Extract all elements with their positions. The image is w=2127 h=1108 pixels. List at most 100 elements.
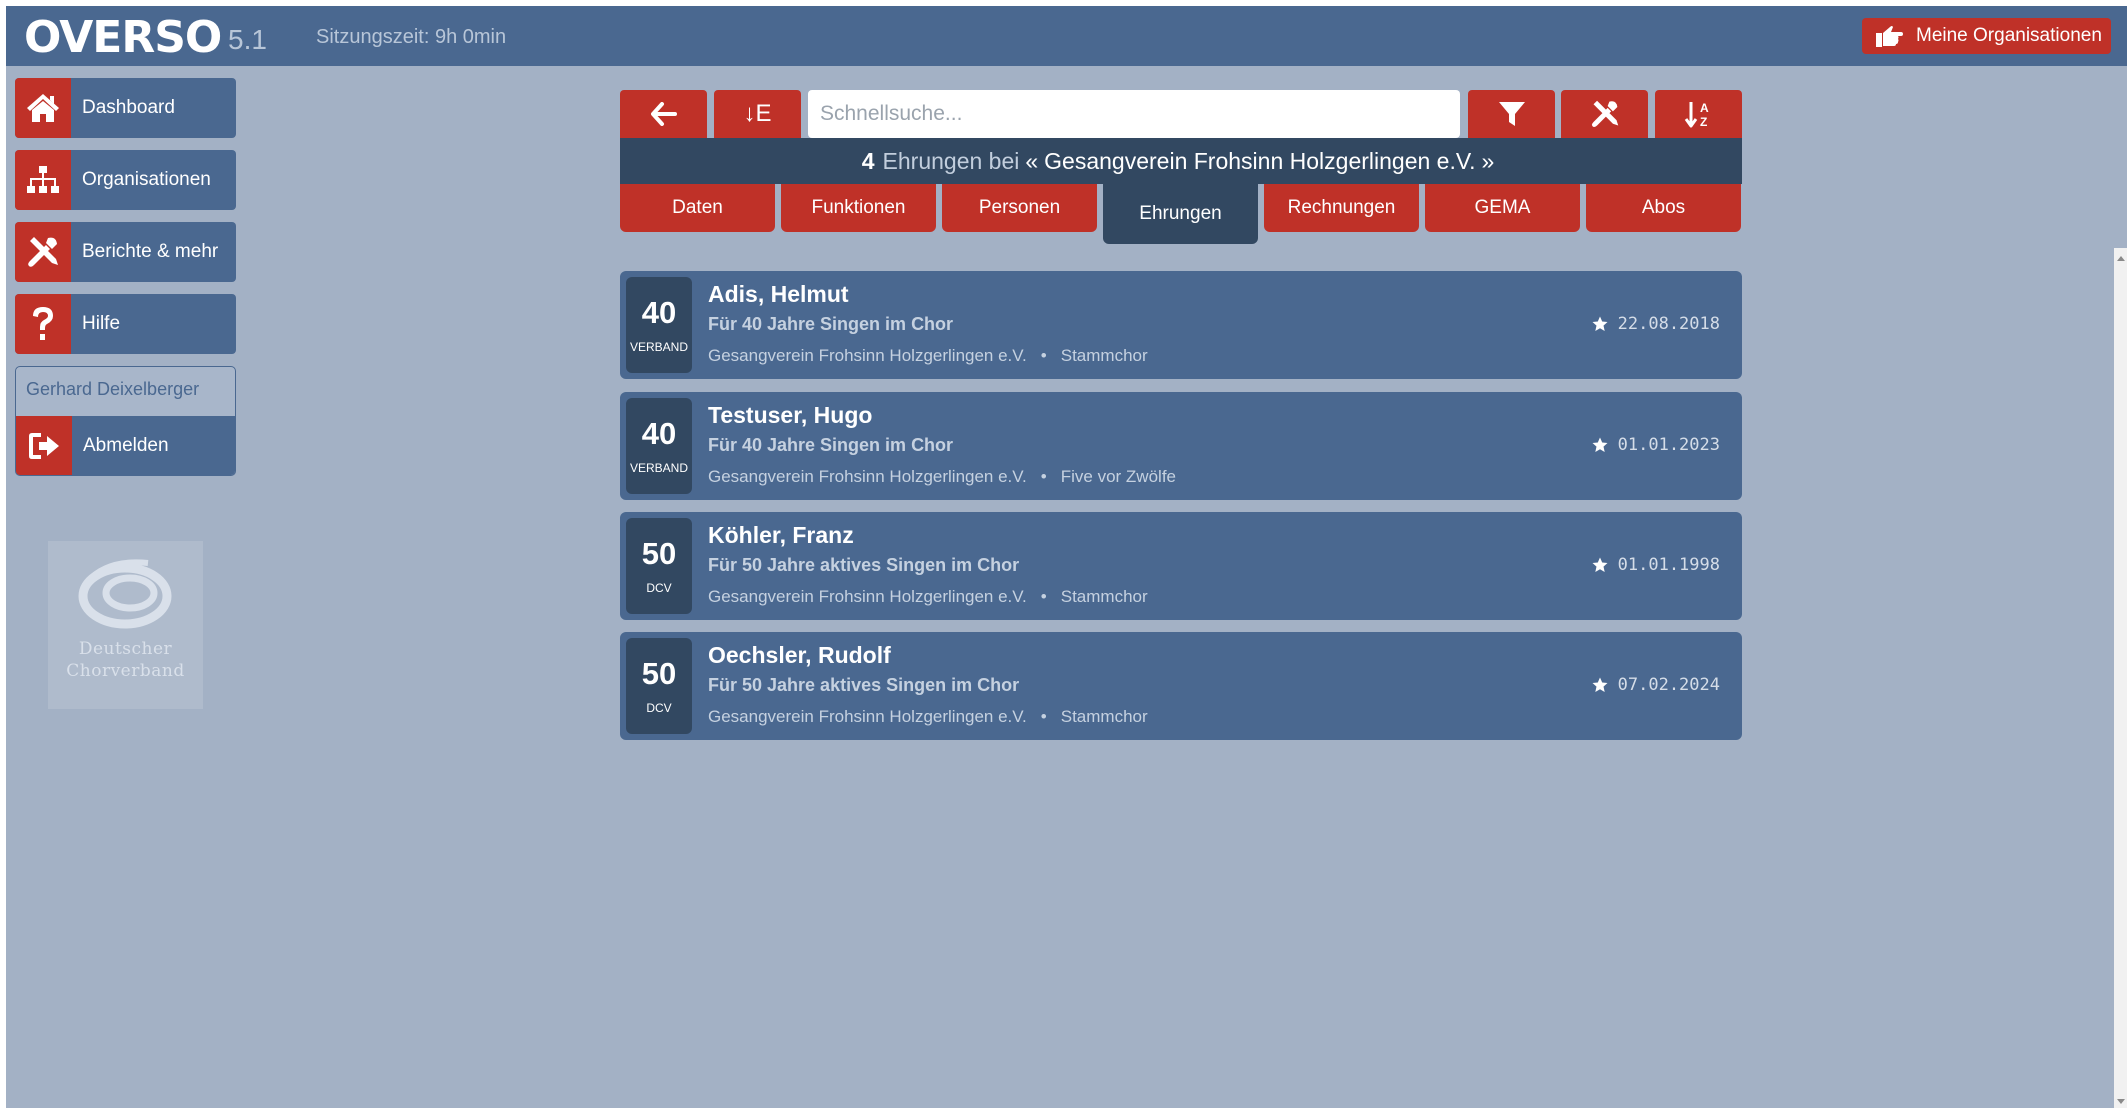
sidebar-item-dashboard[interactable]: Dashboard: [15, 78, 236, 138]
honor-years: 40: [641, 295, 677, 330]
app-version: 5.1: [228, 24, 267, 55]
star-icon: [1592, 437, 1608, 452]
sidebar-icon-box: [16, 416, 72, 475]
star-icon: [1592, 557, 1608, 572]
sidebar-item-label: Organisationen: [82, 169, 211, 190]
org-close-quote: »: [1481, 147, 1495, 174]
honor-card[interactable]: 50 DCV Oechsler, Rudolf Für 50 Jahre akt…: [620, 632, 1742, 740]
star-icon: [1592, 316, 1608, 331]
sort-alpha-icon: A Z: [1684, 101, 1709, 129]
scroll-down-arrow-icon[interactable]: [2117, 1099, 2125, 1104]
honor-badge: 40 VERBAND: [626, 277, 692, 373]
tab-daten[interactable]: Daten: [620, 184, 775, 232]
filter-button[interactable]: [1468, 90, 1555, 138]
tab-personen[interactable]: Personen: [942, 184, 1097, 232]
honor-meta: Gesangverein Frohsinn Holzgerlingen e.V.…: [708, 346, 1148, 366]
honor-card[interactable]: 40 VERBAND Testuser, Hugo Für 40 Jahre S…: [620, 392, 1742, 500]
back-button[interactable]: [620, 90, 707, 138]
tools-icon: [28, 237, 58, 267]
honor-date: 01.01.1998: [1617, 555, 1720, 575]
tools-icon: [1591, 100, 1618, 128]
star-icon: [1592, 677, 1608, 692]
meta-separator: •: [1040, 346, 1047, 365]
sitemap-icon: [27, 166, 59, 193]
honor-date: 22.08.2018: [1617, 314, 1720, 334]
sidebar-item-organisationen[interactable]: Organisationen: [15, 150, 236, 210]
honor-choir: Stammchor: [1060, 707, 1148, 726]
filter-icon: [1498, 102, 1525, 126]
honor-choir: Stammchor: [1060, 587, 1148, 606]
honor-years: 40: [641, 416, 677, 451]
honor-type: VERBAND: [629, 340, 688, 354]
logout-label: Abmelden: [83, 435, 169, 456]
hand-pointing-icon: [1876, 26, 1903, 47]
org-name: Gesangverein Frohsinn Holzgerlingen e.V.: [1044, 147, 1476, 174]
honor-choir: Five vor Zwölfe: [1060, 467, 1176, 486]
sidebar-item-label: Dashboard: [82, 97, 175, 118]
arrow-left-icon: [650, 102, 677, 126]
my-organisations-label: Meine Organisationen: [1916, 25, 2102, 46]
vertical-scrollbar[interactable]: [2114, 248, 2127, 1108]
sidebar-item-label: Hilfe: [82, 313, 121, 334]
honor-reason: Für 40 Jahre Singen im Chor: [708, 314, 954, 334]
honors-count: 4: [861, 147, 875, 174]
honor-person-name: Adis, Helmut: [708, 281, 849, 307]
sign-out-icon: [29, 433, 59, 459]
honor-meta: Gesangverein Frohsinn Holzgerlingen e.V.…: [708, 467, 1176, 487]
meta-separator: •: [1040, 707, 1047, 726]
svg-text:A: A: [1700, 101, 1709, 115]
user-panel: Gerhard Deixelberger Abmelden: [15, 366, 236, 476]
honor-date-wrap: 01.01.2023: [1592, 435, 1720, 455]
honor-choir: Stammchor: [1060, 346, 1148, 365]
honor-type: DCV: [646, 701, 672, 715]
honor-reason: Für 50 Jahre aktives Singen im Chor: [708, 675, 1020, 695]
dcv-logo-line2: Chorverband: [66, 661, 185, 681]
dcv-logo: Deutscher Chorverband: [48, 541, 203, 709]
sort-alpha-button[interactable]: A Z: [1655, 90, 1742, 138]
honor-date: 07.02.2024: [1617, 675, 1720, 695]
honor-org: Gesangverein Frohsinn Holzgerlingen e.V.: [708, 587, 1027, 606]
honor-card[interactable]: 40 VERBAND Adis, Helmut Für 40 Jahre Sin…: [620, 271, 1742, 379]
tab-funktionen[interactable]: Funktionen: [781, 184, 936, 232]
app-logo[interactable]: OVERSO: [24, 12, 222, 63]
tab-ehrungen[interactable]: Ehrungen: [1103, 184, 1258, 244]
honor-org: Gesangverein Frohsinn Holzgerlingen e.V.: [708, 707, 1027, 726]
sidebar-icon-box: [15, 150, 71, 210]
sidebar-icon-box: [15, 294, 71, 354]
sidebar-item-berichte[interactable]: Berichte & mehr: [15, 222, 236, 282]
sidebar-item-hilfe[interactable]: Hilfe: [15, 294, 236, 354]
honor-badge: 50 DCV: [626, 518, 692, 614]
honor-meta: Gesangverein Frohsinn Holzgerlingen e.V.…: [708, 587, 1148, 607]
logout-button[interactable]: Abmelden: [16, 416, 235, 475]
tools-button[interactable]: [1561, 90, 1648, 138]
home-icon: [27, 94, 59, 122]
honor-card[interactable]: 50 DCV Köhler, Franz Für 50 Jahre aktive…: [620, 512, 1742, 620]
honor-date: 01.01.2023: [1617, 435, 1720, 455]
honor-reason: Für 40 Jahre Singen im Chor: [708, 435, 954, 455]
meta-separator: •: [1040, 587, 1047, 606]
user-name: Gerhard Deixelberger: [26, 379, 200, 399]
tab-rechnungen[interactable]: Rechnungen: [1264, 184, 1419, 232]
honor-org: Gesangverein Frohsinn Holzgerlingen e.V.: [708, 346, 1027, 365]
sort-e-button[interactable]: ↓E: [714, 90, 801, 138]
session-time: Sitzungszeit: 9h 0min: [316, 26, 507, 48]
tab-abos[interactable]: Abos: [1586, 184, 1741, 232]
honor-date-wrap: 07.02.2024: [1592, 675, 1720, 695]
app-window: OVERSO 5.1 Sitzungszeit: 9h 0min Meine O…: [6, 6, 2127, 1108]
meta-separator: •: [1040, 467, 1047, 486]
honor-person-name: Köhler, Franz: [708, 522, 854, 548]
honor-person-name: Oechsler, Rudolf: [708, 642, 891, 668]
org-open-quote: «: [1025, 147, 1039, 174]
honor-type: DCV: [646, 581, 672, 595]
sort-e-label: ↓E: [743, 100, 772, 127]
sidebar-item-label: Berichte & mehr: [82, 241, 219, 262]
tab-gema[interactable]: GEMA: [1425, 184, 1580, 232]
search-input[interactable]: [808, 90, 1460, 138]
honor-badge: 40 VERBAND: [626, 398, 692, 494]
my-organisations-button[interactable]: Meine Organisationen: [1862, 18, 2111, 54]
honors-label: Ehrungen bei: [882, 147, 1020, 174]
scroll-up-arrow-icon[interactable]: [2117, 256, 2125, 261]
honor-date-wrap: 01.01.1998: [1592, 555, 1720, 575]
honors-summary: 4 Ehrungen bei « Gesangverein Frohsinn H…: [620, 138, 1742, 184]
honor-type: VERBAND: [629, 461, 688, 475]
